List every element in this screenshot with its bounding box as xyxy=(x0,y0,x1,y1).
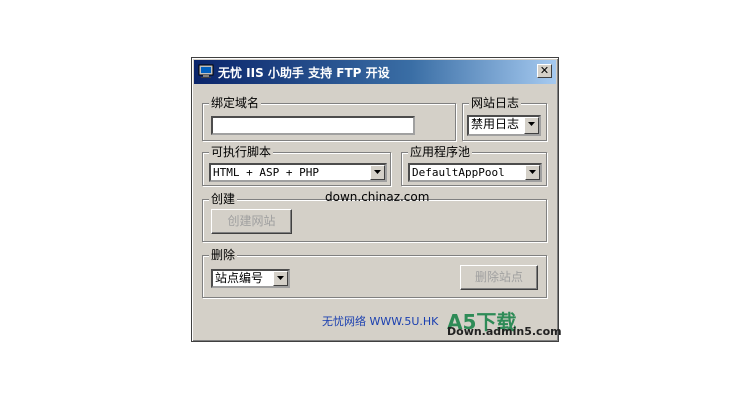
close-button[interactable]: ✕ xyxy=(537,64,552,78)
triangle-down-icon xyxy=(374,170,381,174)
create-group-label: 创建 xyxy=(209,191,238,207)
delete-site-button[interactable]: 删除站点 xyxy=(460,265,538,290)
delete-group: 删除 站点编号 删除站点 xyxy=(202,247,547,298)
pool-select-value: DefaultAppPool xyxy=(412,166,505,179)
log-group: 网站日志 禁用日志 xyxy=(462,95,547,141)
log-select-value: 禁用日志 xyxy=(471,117,520,131)
pool-group-label: 应用程序池 xyxy=(408,144,473,160)
script-select-value: HTML + ASP + PHP xyxy=(213,166,319,179)
website-link[interactable]: 无忧网络 WWW.5U.HK xyxy=(322,313,438,329)
log-group-label: 网站日志 xyxy=(469,95,522,111)
script-group-label: 可执行脚本 xyxy=(209,144,274,160)
monitor-icon xyxy=(198,64,214,79)
site-id-select-dropdown[interactable] xyxy=(273,271,288,286)
domain-group-label: 绑定域名 xyxy=(209,95,262,111)
domain-input[interactable] xyxy=(211,116,415,135)
pool-select-dropdown[interactable] xyxy=(525,165,540,180)
pool-select[interactable]: DefaultAppPool xyxy=(408,163,542,182)
pool-group: 应用程序池 DefaultAppPool xyxy=(401,144,547,186)
title-bar[interactable]: 无忧 IIS 小助手 支持 FTP 开设 ✕ xyxy=(194,60,556,84)
window-title: 无忧 IIS 小助手 支持 FTP 开设 xyxy=(218,66,390,80)
site-id-select-value: 站点编号 xyxy=(215,271,264,285)
create-site-button[interactable]: 创建网站 xyxy=(211,209,292,234)
log-select-dropdown[interactable] xyxy=(524,117,539,134)
create-group: 创建 创建网站 xyxy=(202,191,547,242)
watermark-text: down.chinaz.com xyxy=(325,190,430,204)
log-select[interactable]: 禁用日志 xyxy=(467,115,541,136)
a5-logo: A5下载 Down.admin5.com xyxy=(447,306,562,340)
script-group: 可执行脚本 HTML + ASP + PHP xyxy=(202,144,391,186)
triangle-down-icon xyxy=(277,276,284,280)
script-select[interactable]: HTML + ASP + PHP xyxy=(209,163,387,182)
triangle-down-icon xyxy=(528,122,535,126)
close-icon: ✕ xyxy=(539,64,550,77)
delete-group-label: 删除 xyxy=(209,247,238,263)
script-select-dropdown[interactable] xyxy=(370,165,385,180)
logo-sub-text: Down.admin5.com xyxy=(447,325,562,338)
site-id-select[interactable]: 站点编号 xyxy=(211,269,290,288)
triangle-down-icon xyxy=(529,170,536,174)
domain-group: 绑定域名 xyxy=(202,95,456,141)
